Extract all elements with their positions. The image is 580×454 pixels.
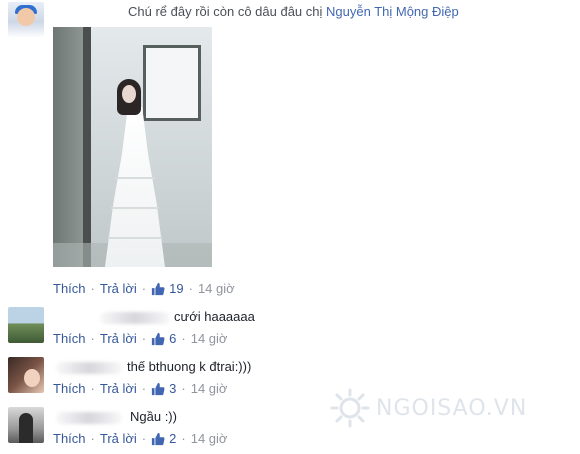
comment-text: cưới haaaaaa (174, 309, 255, 324)
photo-window (143, 45, 201, 121)
separator: · (141, 381, 147, 396)
thumbs-up-icon[interactable] (151, 432, 165, 446)
comment-text: Ngầu :)) (130, 409, 177, 424)
like-count[interactable]: 3 (169, 381, 176, 396)
avatar-face-shape (24, 369, 40, 387)
separator: · (181, 331, 186, 346)
separator: · (141, 331, 147, 346)
separator: · (181, 431, 186, 446)
post-actions: Thích · Trả lời · 19 · 14 giờ (53, 281, 235, 296)
comment-actions: Thích · Trả lời · 3 · 14 giờ (53, 381, 227, 396)
like-count[interactable]: 6 (169, 331, 176, 346)
separator: · (90, 381, 95, 396)
photo-bride-face (122, 85, 136, 103)
separator: · (141, 431, 147, 446)
photo-dress-ruffle (115, 177, 155, 179)
thumbs-up-icon[interactable] (151, 332, 165, 346)
separator: · (141, 281, 147, 296)
sun-logo-icon (330, 388, 370, 428)
post-text: Chú rể đây rồi còn cô dâu đâu chị Nguyễn… (128, 4, 459, 19)
comment-avatar[interactable] (8, 407, 44, 443)
comment-avatar[interactable] (8, 307, 44, 343)
comment-avatar[interactable] (8, 357, 44, 393)
photo-dress-ruffle (111, 207, 159, 209)
timestamp[interactable]: 14 giờ (191, 431, 228, 446)
separator: · (181, 381, 186, 396)
reply-button[interactable]: Trả lời (100, 331, 137, 346)
timestamp[interactable]: 14 giờ (191, 331, 228, 346)
blurred-author-name (100, 312, 170, 324)
photo-wall (53, 27, 83, 267)
avatar-figure-shape (19, 413, 33, 443)
comment-text: thế bthuong k đtrai:))) (127, 359, 252, 374)
post-text-body: Chú rể đây rồi còn cô dâu đâu chị (128, 4, 327, 19)
comment-actions: Thích · Trả lời · 2 · 14 giờ (53, 431, 227, 446)
watermark-text: NGOISAO.VN (376, 395, 528, 421)
reply-button[interactable]: Trả lời (100, 431, 137, 446)
post-photo[interactable] (53, 27, 212, 267)
photo-dress-ruffle (108, 237, 162, 239)
photo-door-frame (83, 27, 91, 267)
post-mention-link[interactable]: Nguyễn Thị Mộng Điệp (326, 4, 459, 19)
like-button[interactable]: Thích (53, 331, 86, 346)
post-author-avatar[interactable] (8, 2, 44, 38)
separator: · (188, 281, 193, 296)
timestamp[interactable]: 14 giờ (198, 281, 235, 296)
blurred-author-name (56, 362, 122, 374)
thumbs-up-icon[interactable] (151, 282, 165, 296)
like-button[interactable]: Thích (53, 431, 86, 446)
like-count[interactable]: 19 (169, 281, 183, 296)
avatar-face-shape (17, 8, 35, 26)
watermark: NGOISAO.VN (330, 386, 560, 430)
timestamp[interactable]: 14 giờ (191, 381, 228, 396)
blurred-author-name (56, 412, 122, 424)
like-count[interactable]: 2 (169, 431, 176, 446)
like-button[interactable]: Thích (53, 281, 86, 296)
like-button[interactable]: Thích (53, 381, 86, 396)
reply-button[interactable]: Trả lời (100, 381, 137, 396)
separator: · (90, 331, 95, 346)
thumbs-up-icon[interactable] (151, 382, 165, 396)
comment-actions: Thích · Trả lời · 6 · 14 giờ (53, 331, 227, 346)
separator: · (90, 431, 95, 446)
separator: · (90, 281, 95, 296)
reply-button[interactable]: Trả lời (100, 281, 137, 296)
